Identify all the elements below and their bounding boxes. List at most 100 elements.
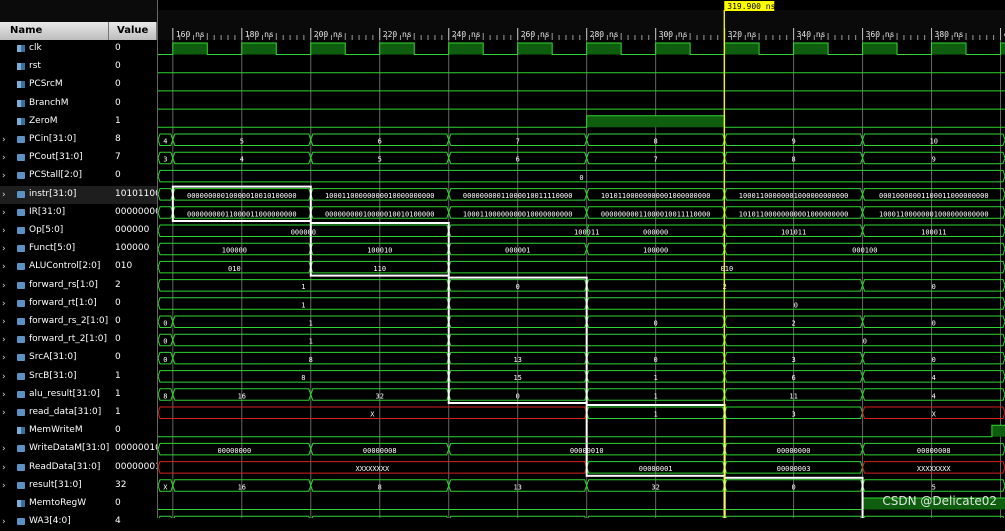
bus-segment-value: 11 — [789, 392, 797, 400]
signal-value: 000000001 — [115, 206, 157, 217]
signal-value: 1 — [115, 370, 121, 381]
expand-chevron-icon[interactable]: › — [2, 444, 6, 454]
signal-value: 0 — [115, 425, 121, 436]
signal-row[interactable]: › PCin[31:0] 8 — [0, 131, 157, 149]
waveform-viewer[interactable]: 160 ns 180 ns 200 ns 220 ns 240 ns 260 ns 280 … — [158, 0, 1005, 518]
bus-segment-value: 00000000 — [218, 447, 252, 455]
bus-signal-icon — [17, 518, 25, 526]
name-column-header[interactable]: Name — [0, 22, 109, 40]
signal-row[interactable]: › Op[5:0] 000000 — [0, 222, 157, 240]
bus-signal-icon — [17, 136, 25, 143]
wire-signal-icon — [17, 81, 25, 89]
bus-segment-value: 0 — [163, 356, 167, 364]
value-column-header[interactable]: Value — [109, 22, 157, 40]
expand-chevron-icon[interactable]: › — [2, 262, 6, 272]
signal-row[interactable]: › read_data[31:0] 1 — [0, 404, 157, 422]
signal-row[interactable]: › result[31:0] 32 — [0, 477, 157, 495]
expand-chevron-icon[interactable]: › — [2, 190, 6, 200]
expand-chevron-icon[interactable]: › — [2, 517, 6, 527]
signal-row[interactable]: › forward_rt_2[1:0] 0 — [0, 331, 157, 349]
expand-chevron-icon[interactable]: › — [2, 153, 6, 163]
bus-segment-value: 6 — [516, 156, 520, 164]
signal-row[interactable]: PCSrcM 0 — [0, 76, 157, 94]
bus-segment-value: 8 — [791, 156, 795, 164]
bus-segment-value: 16 — [238, 483, 246, 491]
clock-high-region — [1000, 43, 1005, 55]
signal-value: 1 — [115, 407, 121, 417]
bus-segment-value: 8 — [301, 374, 305, 382]
bus-segment-value: 0 — [932, 283, 936, 291]
wire-signal-icon — [17, 63, 25, 71]
signal-row[interactable]: › PCStall[2:0] 0 — [0, 167, 157, 185]
bus-signal-icon — [17, 390, 25, 398]
expand-chevron-icon[interactable]: › — [2, 481, 6, 491]
bus-segment-value: 00000000011000010011110000 — [601, 210, 711, 218]
expand-chevron-icon[interactable]: › — [2, 135, 6, 145]
signal-row[interactable]: BranchM 0 — [0, 95, 157, 113]
bus-signal-icon — [17, 154, 25, 162]
expand-chevron-icon[interactable]: › — [2, 317, 6, 327]
bus-signal-icon — [17, 445, 25, 453]
signal-row[interactable]: › ALUControl[2:0] 010 — [0, 258, 157, 276]
signal-row[interactable]: › alu_result[31:0] 1 — [0, 386, 157, 404]
bus-segment-value: 00000008 — [363, 447, 397, 455]
bus-segment-value: 10 — [930, 138, 938, 146]
expand-chevron-icon[interactable]: › — [2, 171, 6, 181]
signal-row[interactable]: › IR[31:0] 000000001 — [0, 204, 157, 222]
signal-row[interactable]: › forward_rs[1:0] 2 — [0, 277, 157, 295]
signal-row[interactable]: › Funct[5:0] 100000 — [0, 240, 157, 258]
signal-value: 000000 — [115, 225, 150, 235]
signal-name: PCout[31:0] — [29, 152, 83, 163]
bus-segment-value: 3 — [163, 156, 167, 164]
bus-segment-value: 101011 — [781, 229, 806, 237]
signal-name: forward_rs[1:0] — [29, 279, 98, 290]
signal-value: 1 — [115, 115, 121, 126]
expand-chevron-icon[interactable]: › — [2, 226, 6, 236]
signal-row[interactable]: › WA3[4:0] 4 — [0, 513, 157, 531]
signal-row[interactable]: › instr[31:0] 101011000 — [0, 186, 157, 204]
expand-chevron-icon[interactable]: › — [2, 208, 6, 218]
signal-row[interactable]: › forward_rt[1:0] 0 — [0, 295, 157, 313]
signal-value: 2 — [115, 279, 121, 290]
bus-segment-value: 00000000011000010011110000 — [463, 192, 573, 200]
bus-segment-value: 10001100000001000000000000 — [879, 210, 989, 218]
signal-row[interactable]: › WriteDataM[31:0] 00000010 — [0, 440, 157, 458]
signal-row[interactable]: › SrcB[31:0] 1 — [0, 368, 157, 386]
bus-segment-value: 0 — [932, 356, 936, 364]
expand-chevron-icon[interactable]: › — [2, 335, 6, 345]
signal-row[interactable]: MemWriteM 0 — [0, 422, 157, 440]
signal-name: forward_rs_2[1:0] — [29, 316, 109, 326]
expand-chevron-icon[interactable]: › — [2, 463, 6, 473]
signal-name-panel: Name Value clk 0 rst 0 PCSrcM 0 BranchM 0 ZeroM 1… — [0, 0, 158, 527]
signal-row[interactable]: › forward_rs_2[1:0] 0 — [0, 313, 157, 331]
bus-segment-value: 00000000010000010010100000 — [187, 192, 297, 200]
bus-segment-value: 13 — [513, 356, 521, 364]
expand-chevron-icon[interactable]: › — [2, 299, 6, 309]
bus-segment-value: 0 — [579, 174, 583, 182]
expand-chevron-icon[interactable]: › — [2, 353, 6, 363]
signal-row[interactable]: › ReadData[31:0] 00000001 — [0, 459, 157, 477]
bus-segment-value: 3 — [791, 411, 795, 419]
expand-chevron-icon[interactable]: › — [2, 281, 6, 291]
clock-high-region — [448, 43, 484, 55]
signal-row[interactable]: clk 0 — [0, 40, 157, 58]
signal-value: 1 — [115, 388, 121, 399]
clock-high-region — [931, 43, 967, 55]
bus-segment-value: 000000 — [291, 229, 316, 237]
signal-row[interactable]: › SrcA[31:0] 0 — [0, 349, 157, 367]
signal-row[interactable]: MemtoRegW 0 — [0, 495, 157, 513]
signal-row[interactable]: rst 0 — [0, 58, 157, 76]
expand-chevron-icon[interactable]: › — [2, 408, 6, 418]
expand-chevron-icon[interactable]: › — [2, 390, 6, 400]
signal-row[interactable]: ZeroM 1 — [0, 113, 157, 131]
signal-value: 0 — [115, 352, 121, 363]
signal-row[interactable]: › PCout[31:0] 7 — [0, 149, 157, 167]
signal-value: 0 — [115, 170, 121, 181]
bus-segment-value: 110 — [373, 265, 386, 273]
expand-chevron-icon[interactable]: › — [2, 244, 6, 254]
expand-chevron-icon[interactable]: › — [2, 372, 6, 382]
bus-segment-value: 1 — [309, 320, 313, 328]
bus-segment-value: 13 — [513, 483, 521, 491]
bus-segment-value: 100010 — [367, 247, 392, 255]
bus-signal-icon — [17, 190, 25, 198]
